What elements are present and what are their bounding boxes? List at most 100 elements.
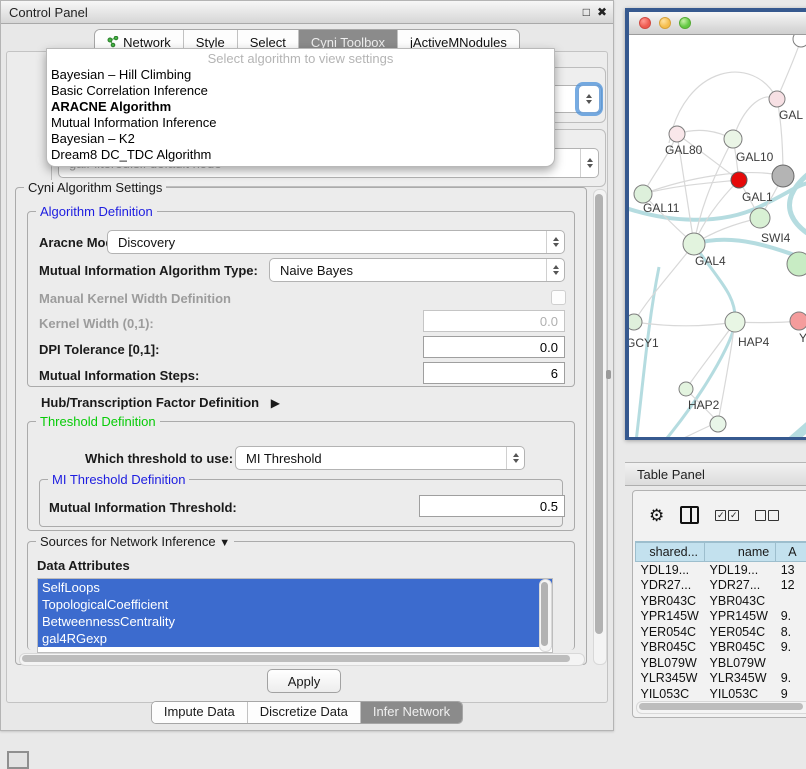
table-row[interactable]: YBL079WYBL079W bbox=[636, 655, 806, 671]
node-hap4[interactable] bbox=[725, 312, 745, 332]
kernel-width-field[interactable] bbox=[423, 310, 565, 332]
table-row[interactable]: YPR145WYPR145W9. bbox=[636, 609, 806, 625]
deselect-all-columns-icon[interactable] bbox=[755, 510, 779, 521]
gear-icon[interactable]: ⚙ bbox=[649, 507, 664, 524]
table-row[interactable]: YDL19...YDL19...13 bbox=[636, 562, 806, 578]
list-item[interactable]: gal4RGexp bbox=[38, 630, 552, 647]
hub-definition-label: Hub/Transcription Factor Definition bbox=[41, 395, 259, 410]
control-panel-titlebar: Control Panel □ ✖ bbox=[1, 1, 613, 24]
dropdown-item[interactable]: Bayesian – K2 bbox=[47, 131, 554, 147]
scrollbar-thumb[interactable] bbox=[541, 582, 548, 646]
table-horizontal-scrollbar[interactable] bbox=[636, 701, 806, 714]
node-gal4[interactable] bbox=[683, 233, 705, 255]
list-item[interactable]: SelfLoops bbox=[38, 579, 552, 596]
kernel-width-label: Kernel Width (0,1): bbox=[39, 316, 154, 331]
algorithm-definition-title: Algorithm Definition bbox=[36, 204, 157, 219]
dropdown-item-selected[interactable]: ARACNE Algorithm bbox=[47, 99, 554, 115]
node-hap2[interactable] bbox=[679, 382, 693, 396]
scrollbar-thumb[interactable] bbox=[595, 194, 603, 634]
sources-group-title[interactable]: Sources for Network Inference ▼ bbox=[36, 534, 234, 549]
node-label: GAL11 bbox=[643, 201, 680, 215]
column-header[interactable]: name bbox=[705, 542, 776, 562]
tab-discretize-data-label: Discretize Data bbox=[260, 704, 348, 719]
dropdown-item[interactable]: Dream8 DC_TDC Algorithm bbox=[47, 147, 554, 163]
algorithm-combo-stepper[interactable] bbox=[578, 85, 600, 113]
table-row[interactable]: YDR27...YDR27...12 bbox=[636, 578, 806, 594]
close-window-icon[interactable]: ✖ bbox=[597, 6, 607, 18]
tab-discretize-data[interactable]: Discretize Data bbox=[248, 702, 361, 723]
network-window-titlebar bbox=[629, 12, 806, 35]
node-unlabeled[interactable] bbox=[793, 35, 806, 47]
down-arrow-icon bbox=[587, 164, 593, 168]
node-label: HAP4 bbox=[738, 335, 770, 349]
control-panel-window: Control Panel □ ✖ Network Style bbox=[0, 0, 614, 731]
node-salmon[interactable] bbox=[790, 312, 806, 330]
panel-divider-grip[interactable] bbox=[606, 370, 611, 379]
dropdown-item[interactable]: Bayesian – Hill Climbing bbox=[47, 67, 554, 83]
mi-steps-field[interactable] bbox=[423, 362, 565, 384]
sources-title-label: Sources for Network Inference bbox=[40, 534, 216, 549]
network-canvas[interactable]: GAL GAL80 GAL10 GAL1 GAL11 SWI4 GAL4 GCY… bbox=[629, 35, 806, 437]
which-threshold-combo[interactable]: MI Threshold bbox=[235, 446, 525, 470]
dropdown-item[interactable]: Mutual Information Inference bbox=[47, 115, 554, 131]
tab-impute-data[interactable]: Impute Data bbox=[152, 702, 248, 723]
list-item[interactable]: TopologicalCoefficient bbox=[38, 596, 552, 613]
scrollbar-thumb[interactable] bbox=[22, 655, 570, 662]
aracne-mode-combo[interactable]: Discovery bbox=[107, 230, 565, 254]
data-attributes-list[interactable]: SelfLoops TopologicalCoefficient Between… bbox=[37, 578, 553, 653]
node-attribute-table[interactable]: shared... name A YDL19...YDL19...13 YDR2… bbox=[635, 541, 806, 702]
table-row[interactable]: YLR345WYLR345W9. bbox=[636, 671, 806, 687]
collapsed-panel-button[interactable] bbox=[7, 751, 29, 769]
list-item[interactable]: BetweennessCentrality bbox=[38, 613, 552, 630]
mi-type-combo[interactable]: Naive Bayes bbox=[269, 258, 565, 282]
table-row[interactable]: YER054CYER054C8. bbox=[636, 624, 806, 640]
settings-group-title: Cyni Algorithm Settings bbox=[24, 180, 166, 195]
node-gal80[interactable] bbox=[669, 126, 685, 142]
dropdown-item[interactable]: Basic Correlation Inference bbox=[47, 83, 554, 99]
node-label: SWI4 bbox=[761, 231, 791, 245]
settings-horizontal-scrollbar[interactable] bbox=[19, 653, 585, 666]
table-row[interactable]: YBR045CYBR045C9. bbox=[636, 640, 806, 656]
node-swi4[interactable] bbox=[787, 252, 806, 276]
up-arrow-icon bbox=[587, 158, 593, 162]
node-mid[interactable] bbox=[750, 208, 770, 228]
apply-button-label: Apply bbox=[288, 674, 321, 689]
close-button[interactable] bbox=[639, 17, 651, 29]
mi-threshold-field[interactable] bbox=[419, 495, 565, 517]
scrollbar-thumb[interactable] bbox=[639, 703, 803, 710]
list-vertical-scrollbar[interactable] bbox=[539, 579, 552, 652]
table-toolbar: ⚙ ✓ ✓ bbox=[633, 499, 806, 531]
node-label: GAL4 bbox=[695, 254, 726, 268]
which-threshold-label: Which threshold to use: bbox=[85, 451, 233, 466]
hub-definition-expander[interactable]: Hub/Transcription Factor Definition ▶ bbox=[41, 395, 280, 410]
dpi-tolerance-field[interactable] bbox=[423, 336, 565, 358]
node-gray[interactable] bbox=[772, 165, 794, 187]
column-header[interactable]: A bbox=[776, 542, 806, 562]
checked-box-icon: ✓ bbox=[715, 510, 726, 521]
node-label: GAL bbox=[779, 108, 803, 122]
manual-kernel-checkbox[interactable] bbox=[551, 290, 566, 305]
tab-infer-network[interactable]: Infer Network bbox=[361, 702, 462, 723]
float-window-icon[interactable]: □ bbox=[583, 6, 590, 18]
node-gcy1[interactable] bbox=[629, 314, 642, 330]
zoom-button[interactable] bbox=[679, 17, 691, 29]
node-label: GAL80 bbox=[665, 143, 703, 157]
node-gal1-red[interactable] bbox=[731, 172, 747, 188]
node-bottom[interactable] bbox=[710, 416, 726, 432]
algorithm-dropdown-popup: Select algorithm to view settings Bayesi… bbox=[46, 48, 555, 167]
columns-icon[interactable] bbox=[680, 506, 699, 524]
table-row[interactable]: YBR043CYBR043C bbox=[636, 593, 806, 609]
expand-right-icon: ▶ bbox=[271, 396, 280, 410]
apply-button[interactable]: Apply bbox=[267, 669, 341, 693]
minimize-button[interactable] bbox=[659, 17, 671, 29]
node-gal-top[interactable] bbox=[769, 91, 785, 107]
mi-type-label: Mutual Information Algorithm Type: bbox=[39, 263, 258, 278]
settings-vertical-scrollbar[interactable] bbox=[593, 189, 607, 665]
column-header[interactable]: shared... bbox=[636, 542, 705, 562]
collapse-down-icon: ▼ bbox=[219, 537, 230, 549]
table-data-combo-stepper[interactable] bbox=[580, 149, 598, 177]
select-all-columns-icon[interactable]: ✓ ✓ bbox=[715, 510, 739, 521]
manual-kernel-label: Manual Kernel Width Definition bbox=[39, 291, 231, 306]
table-row[interactable]: YIL053CYIL053C9 bbox=[636, 686, 806, 702]
node-gal10[interactable] bbox=[724, 130, 742, 148]
